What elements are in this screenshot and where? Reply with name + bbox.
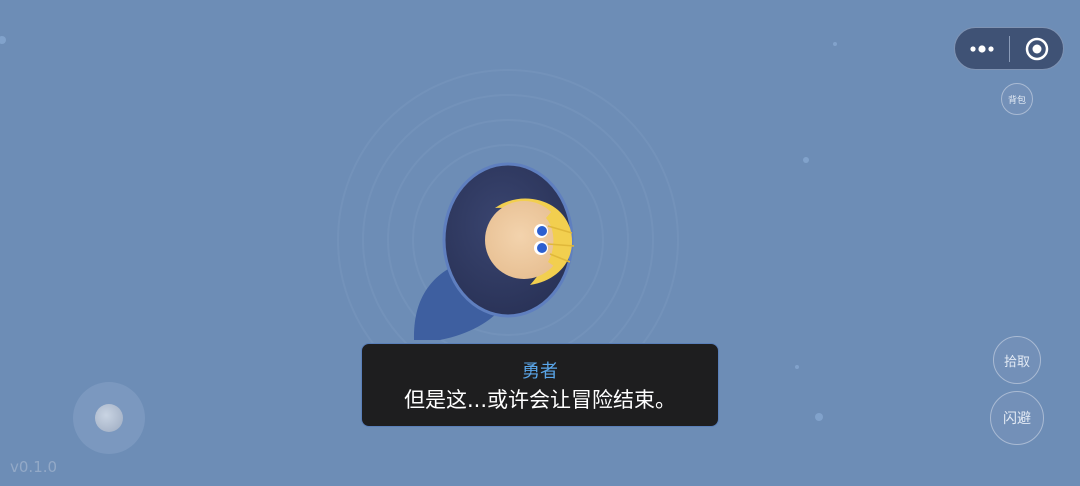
joystick-knob[interactable] — [95, 404, 123, 432]
dodge-button[interactable]: 闪避 — [990, 391, 1044, 445]
more-menu-button[interactable] — [955, 28, 1009, 69]
hero-character — [413, 162, 575, 340]
virtual-joystick[interactable] — [73, 382, 145, 454]
pickup-label: 拾取 — [1003, 354, 1030, 370]
mini-program-capsule — [954, 27, 1064, 70]
dodge-label: 闪避 — [1003, 411, 1031, 427]
dialog-speaker-name: 勇者 — [522, 361, 558, 382]
version-label: v0.1.0 — [10, 458, 58, 476]
dialog-text: 但是这...或许会让冒险结束。 — [403, 388, 677, 412]
more-dots-icon — [970, 44, 994, 53]
bag-label: 背包 — [1007, 95, 1026, 106]
dialog-box[interactable]: 勇者 但是这...或许会让冒险结束。 — [361, 343, 719, 427]
pickup-button[interactable]: 拾取 — [993, 336, 1041, 384]
close-button[interactable] — [1010, 28, 1063, 69]
target-close-icon — [1025, 37, 1048, 60]
bag-button[interactable]: 背包 — [1001, 83, 1033, 115]
